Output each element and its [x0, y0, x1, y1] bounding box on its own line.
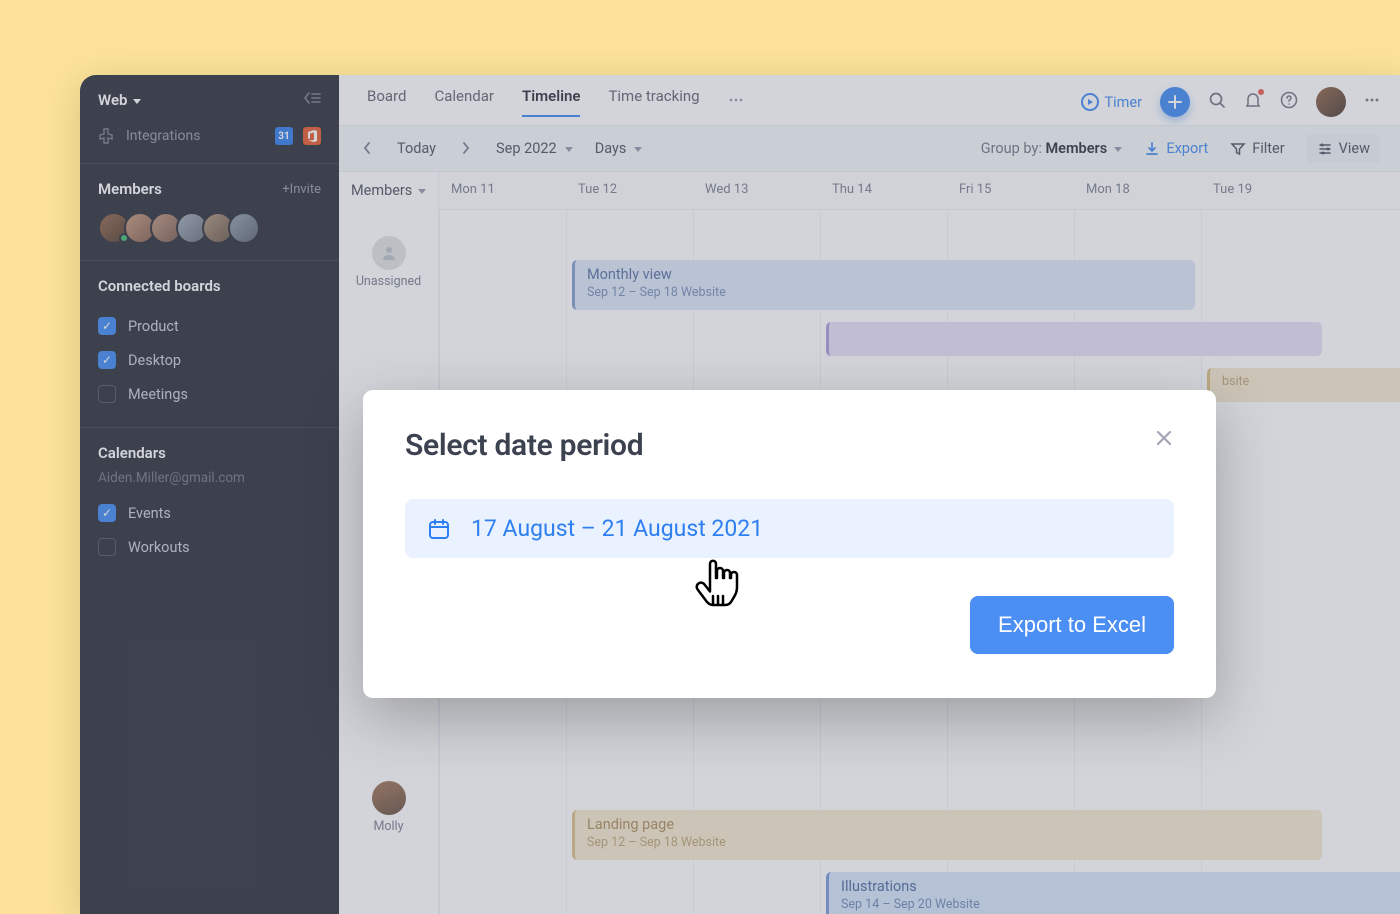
- export-modal: Select date period 17 August – 21 August…: [363, 390, 1216, 698]
- close-icon[interactable]: [1154, 428, 1174, 452]
- cursor-pointer-icon: [691, 558, 741, 618]
- modal-title: Select date period: [405, 428, 643, 463]
- date-range-text: 17 August – 21 August 2021: [471, 515, 763, 542]
- calendar-icon: [427, 517, 451, 541]
- export-to-excel-button[interactable]: Export to Excel: [970, 596, 1174, 654]
- date-range-picker[interactable]: 17 August – 21 August 2021: [405, 499, 1174, 558]
- app-window: Web Integrations 31 Members +I: [80, 75, 1400, 914]
